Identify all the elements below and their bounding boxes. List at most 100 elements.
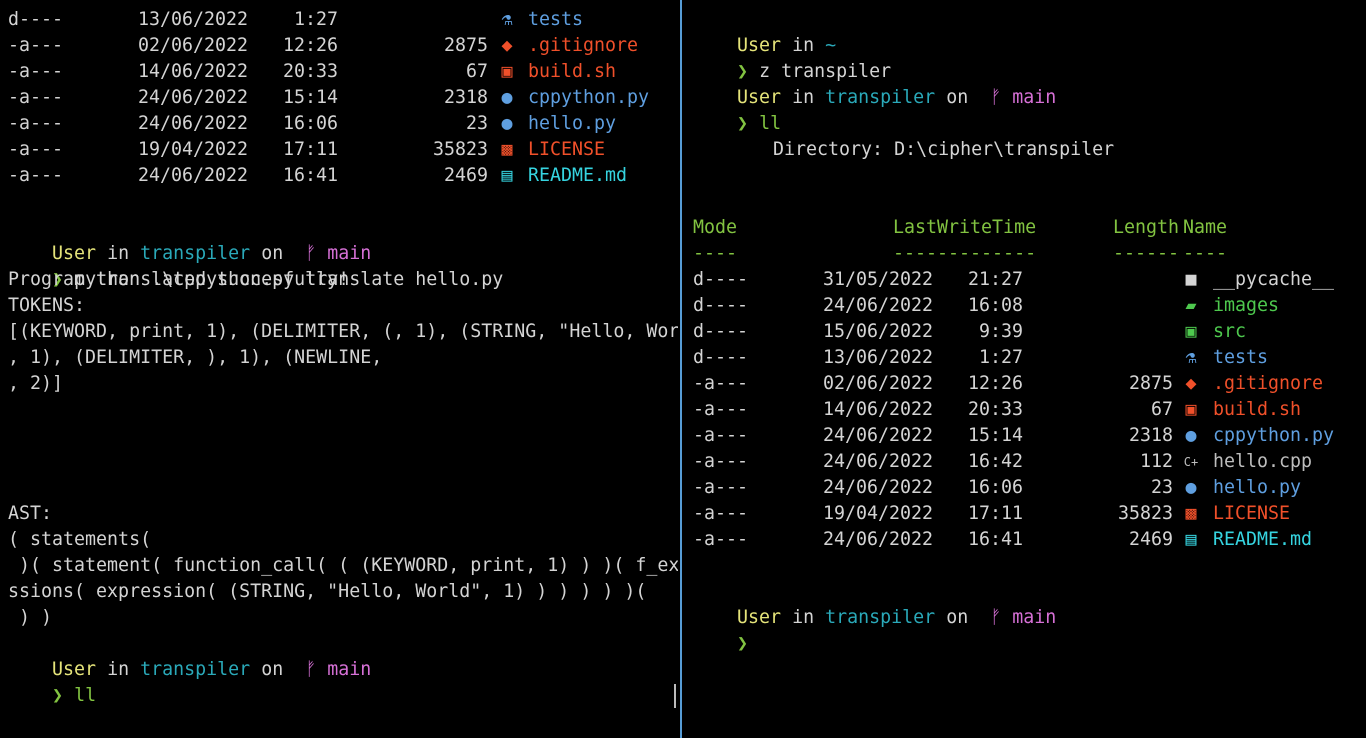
file-name: __pycache__ (1213, 269, 1335, 290)
file-date: 24/06/2022 (138, 87, 249, 108)
file-date: 31/05/2022 (823, 269, 934, 290)
prompt-branch: main (1012, 87, 1057, 108)
file-mode: -a--- (8, 139, 64, 160)
file-row: -a--- 24/06/2022 16:06 23 ● hello.py (683, 475, 1343, 501)
file-row: d---- 24/06/2022 16:08 ▰ images (683, 293, 1343, 319)
underline-name: ---- (1183, 243, 1228, 264)
file-time: 21:27 (967, 269, 1023, 290)
file-mode: -a--- (693, 451, 749, 472)
file-mode: -a--- (8, 61, 64, 82)
file-mode: -a--- (693, 373, 749, 394)
file-row: -a--- 19/04/2022 17:11 35823 ▩ LICENSE (683, 501, 1343, 527)
file-row: -a--- 02/06/2022 12:26 2875 ◆ .gitignore (683, 371, 1343, 397)
file-mode: -a--- (693, 477, 749, 498)
file-time: 17:11 (282, 139, 338, 160)
file-length: 67 (465, 61, 488, 82)
file-length: 23 (1150, 477, 1173, 498)
file-time: 16:08 (967, 295, 1023, 316)
command-text: ll (759, 113, 782, 134)
python-icon: ● (501, 87, 513, 108)
file-name: tests (1213, 347, 1269, 368)
file-length: 112 (1139, 451, 1173, 472)
file-date: 24/06/2022 (823, 451, 934, 472)
file-date: 19/04/2022 (138, 139, 249, 160)
cpp-icon: C+ (1183, 455, 1199, 469)
prompt-in: in (792, 87, 815, 108)
file-time: 20:33 (967, 399, 1023, 420)
right-command-0: ❯ z transpiler (693, 33, 891, 82)
file-mode: -a--- (693, 399, 749, 420)
right-prompt-2: User in transpiler on ᚠ main (693, 579, 1056, 628)
file-time: 1:27 (293, 9, 338, 30)
ast-line: ssions( expression( (STRING, "Hello, Wor… (8, 581, 647, 602)
file-date: 15/06/2022 (823, 321, 934, 342)
output-line: TOKENS: (8, 295, 86, 316)
left-terminal-pane[interactable]: d---- 13/06/2022 1:27 ⚗ tests -a--- 02/06/2022… (0, 0, 678, 738)
header-name: Name (1183, 217, 1228, 238)
left-prompt-2: User in transpiler on ᚠ main (8, 631, 371, 680)
file-date: 19/04/2022 (823, 503, 934, 524)
file-length: 35823 (1117, 503, 1173, 524)
terminal-icon: ▣ (1185, 399, 1197, 420)
markdown-icon: ▤ (501, 165, 513, 186)
file-row: -a--- 24/06/2022 16:41 2469 ▤ README.md (0, 163, 670, 189)
file-name: README.md (528, 165, 628, 186)
file-mode: -a--- (693, 529, 749, 550)
right-terminal-pane[interactable]: User in ~ ❯ z transpiler User in transpi… (683, 0, 1366, 738)
directory-line: Directory: D:\cipher\transpiler (773, 139, 1115, 160)
file-mode: d---- (693, 347, 749, 368)
file-row: -a--- 14/06/2022 20:33 67 ▣ build.sh (683, 397, 1343, 423)
file-mode: d---- (693, 321, 749, 342)
file-name: LICENSE (1213, 503, 1291, 524)
prompt-symbol: ❯ (737, 633, 749, 654)
file-mode: d---- (693, 269, 749, 290)
file-row: d---- 15/06/2022 9:39 ▣ src (683, 319, 1343, 345)
prompt-on: on (261, 659, 284, 680)
file-length: 2469 (443, 165, 488, 186)
test-tube-icon: ⚗ (1185, 347, 1197, 368)
git-icon: ◆ (501, 35, 513, 56)
file-name: hello.py (1213, 477, 1302, 498)
file-row: -a--- 24/06/2022 16:06 23 ● hello.py (0, 111, 670, 137)
left-prompt-1: User in transpiler on ᚠ main (8, 215, 371, 264)
file-row: d---- 13/06/2022 1:27 ⚗ tests (683, 345, 1343, 371)
file-name: src (1213, 321, 1247, 342)
file-time: 9:39 (978, 321, 1023, 342)
file-time: 15:14 (282, 87, 338, 108)
file-time: 16:06 (967, 477, 1023, 498)
file-mode: -a--- (693, 425, 749, 446)
listing-header-underline: ---- ------------- ------ ---- (683, 241, 1343, 267)
right-command-2[interactable]: ❯ (693, 605, 748, 654)
output-line: Program translated succesfully! (8, 269, 350, 290)
markdown-icon: ▤ (1185, 529, 1197, 550)
header-length: Length (1113, 217, 1180, 238)
file-length: 2875 (1128, 373, 1173, 394)
image-folder-icon: ▰ (1185, 295, 1197, 316)
prompt-on: on (946, 87, 969, 108)
file-mode: -a--- (693, 503, 749, 524)
file-date: 02/06/2022 (138, 35, 249, 56)
listing-header: Mode LastWriteTime Length Name (683, 215, 1343, 241)
file-length: 2318 (1128, 425, 1173, 446)
prompt-branch: main (327, 659, 372, 680)
file-date: 02/06/2022 (823, 373, 934, 394)
file-time: 12:26 (282, 35, 338, 56)
header-mode: Mode (693, 217, 738, 238)
output-line: , 2)] (8, 373, 64, 394)
file-row: -a--- 19/04/2022 17:11 35823 ▩ LICENSE (0, 137, 670, 163)
file-date: 24/06/2022 (823, 425, 934, 446)
git-branch-icon: ᚠ (305, 659, 317, 680)
prompt-branch: main (1012, 607, 1057, 628)
file-name: cppython.py (1213, 425, 1335, 446)
underline-lastwritetime: ------------- (893, 243, 1037, 264)
file-length: 67 (1150, 399, 1173, 420)
python-icon: ● (1185, 477, 1197, 498)
file-row: -a--- 24/06/2022 16:41 2469 ▤ README.md (683, 527, 1343, 553)
pane-divider[interactable] (680, 0, 682, 738)
right-command-1: ❯ ll (693, 85, 781, 134)
prompt-on: on (946, 607, 969, 628)
git-branch-icon: ᚠ (990, 607, 1002, 628)
prompt-dir: transpiler (140, 659, 251, 680)
ast-line: AST: (8, 503, 53, 524)
ast-line: )( statement( function_call( ( (KEYWORD,… (8, 555, 678, 576)
